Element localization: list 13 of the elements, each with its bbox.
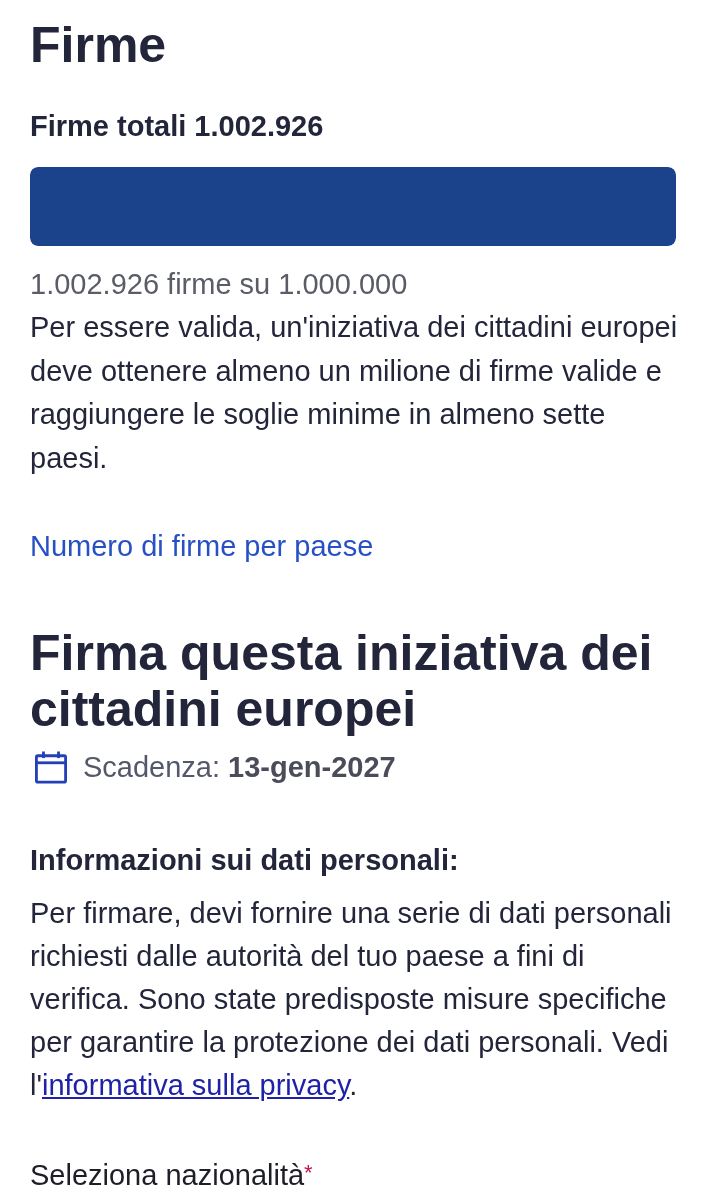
progress-caption: 1.002.926 firme su 1.000.000 bbox=[30, 267, 408, 302]
calendar-icon bbox=[35, 750, 67, 784]
total-signatures: Firme totali 1.002.926 bbox=[30, 109, 324, 144]
nationality-label: Seleziona nazionalità bbox=[30, 1159, 305, 1191]
privacy-link[interactable]: informativa sulla privacy bbox=[42, 1069, 350, 1101]
deadline-text: Scadenza: 13-gen-2027 bbox=[83, 750, 396, 785]
section-title: Firme bbox=[30, 17, 167, 73]
required-mark: * bbox=[304, 1160, 313, 1185]
description-text: Per essere valida, un'iniziativa dei cittadini europei deve ottenere almeno un milione di firme valide e raggiungere le soglie minime in almeno sette paesi. bbox=[30, 310, 679, 476]
privacy-text: Per firmare, devi fornire una serie di dati personali richiesti dalle autorità del tuo paese a fini di verifica. Sono state predisposte misure specifiche per garantire la protezione dei dati personali. Vedi l'informativa sulla privacy. bbox=[30, 896, 673, 1103]
country-link[interactable]: Numero di firme per paese bbox=[30, 524, 374, 568]
sign-title: Firma questa iniziativa dei cittadini europei bbox=[30, 625, 654, 737]
privacy-heading: Informazioni sui dati personali: bbox=[30, 843, 459, 878]
